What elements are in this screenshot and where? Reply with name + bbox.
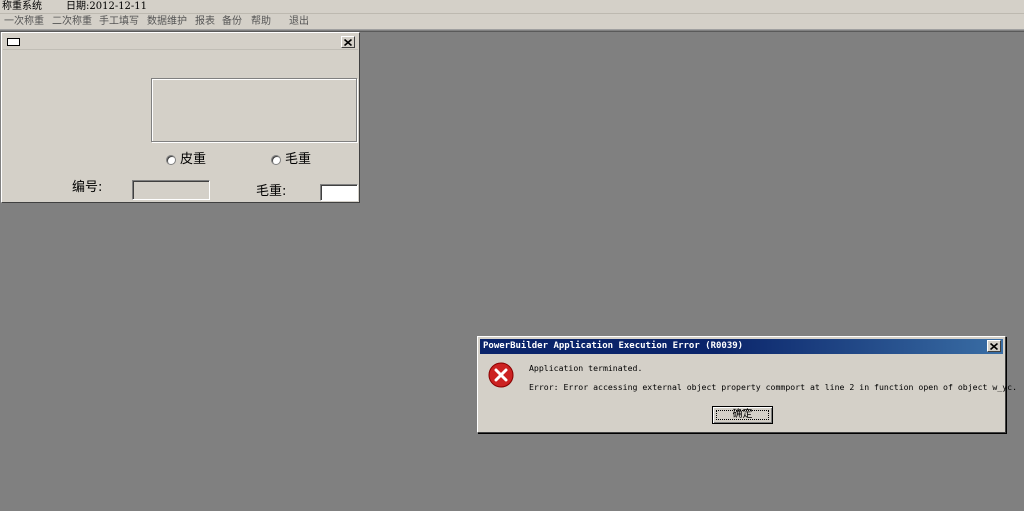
child-window-caption xyxy=(3,34,358,50)
app-title-bar: 称重系统 日期:2012-12-11 xyxy=(0,0,1024,14)
menu-item-manual-entry[interactable]: 手工填写 xyxy=(99,14,139,29)
menu-item-second-weigh[interactable]: 二次称重 xyxy=(52,14,92,29)
radio-tare-circle[interactable] xyxy=(166,155,176,165)
ok-button-label: 确定 xyxy=(732,409,753,420)
radio-gross-circle[interactable] xyxy=(271,155,281,165)
gross-weight-field[interactable] xyxy=(320,184,358,201)
radio-gross[interactable]: 毛重 xyxy=(271,152,311,168)
radio-tare[interactable]: 皮重 xyxy=(166,152,206,168)
menu-item-report[interactable]: 报表 xyxy=(195,14,215,29)
error-message-detail: Error: Error accessing external object p… xyxy=(529,382,1017,392)
error-dialog: PowerBuilder Application Execution Error… xyxy=(477,336,1017,433)
gross-weight-label: 毛重: xyxy=(256,184,287,199)
error-dialog-caption: PowerBuilder Application Execution Error… xyxy=(480,339,1003,354)
menu-item-help[interactable]: 帮助 xyxy=(251,14,271,29)
child-close-button[interactable] xyxy=(341,36,355,48)
app-title: 称重系统 xyxy=(2,1,42,12)
menu-item-first-weigh[interactable]: 一次称重 xyxy=(4,14,44,29)
error-dialog-title: PowerBuilder Application Execution Error… xyxy=(483,341,744,351)
close-icon xyxy=(344,38,352,46)
weighing-child-window: 皮重 毛重 编号: 毛重: xyxy=(1,32,360,203)
menu-item-backup[interactable]: 备份 xyxy=(222,14,242,29)
number-label: 编号: xyxy=(72,180,103,195)
number-field[interactable] xyxy=(132,180,210,200)
error-icon xyxy=(488,362,514,388)
close-icon xyxy=(990,342,998,350)
window-system-icon[interactable] xyxy=(7,38,20,46)
menu-item-exit[interactable]: 退出 xyxy=(289,14,309,29)
menu-bar: 一次称重 二次称重 手工填写 数据维护 报表 备份 帮助 退出 xyxy=(0,14,1024,30)
date-display: 日期:2012-12-11 xyxy=(66,1,148,12)
ok-button[interactable]: 确定 xyxy=(712,406,773,424)
radio-tare-label: 皮重 xyxy=(180,152,207,167)
menu-item-data-maint[interactable]: 数据维护 xyxy=(147,14,187,29)
display-panel xyxy=(151,78,357,142)
dialog-close-button[interactable] xyxy=(987,340,1001,352)
radio-gross-label: 毛重 xyxy=(285,152,312,167)
error-message-terminated: Application terminated. xyxy=(529,363,643,373)
